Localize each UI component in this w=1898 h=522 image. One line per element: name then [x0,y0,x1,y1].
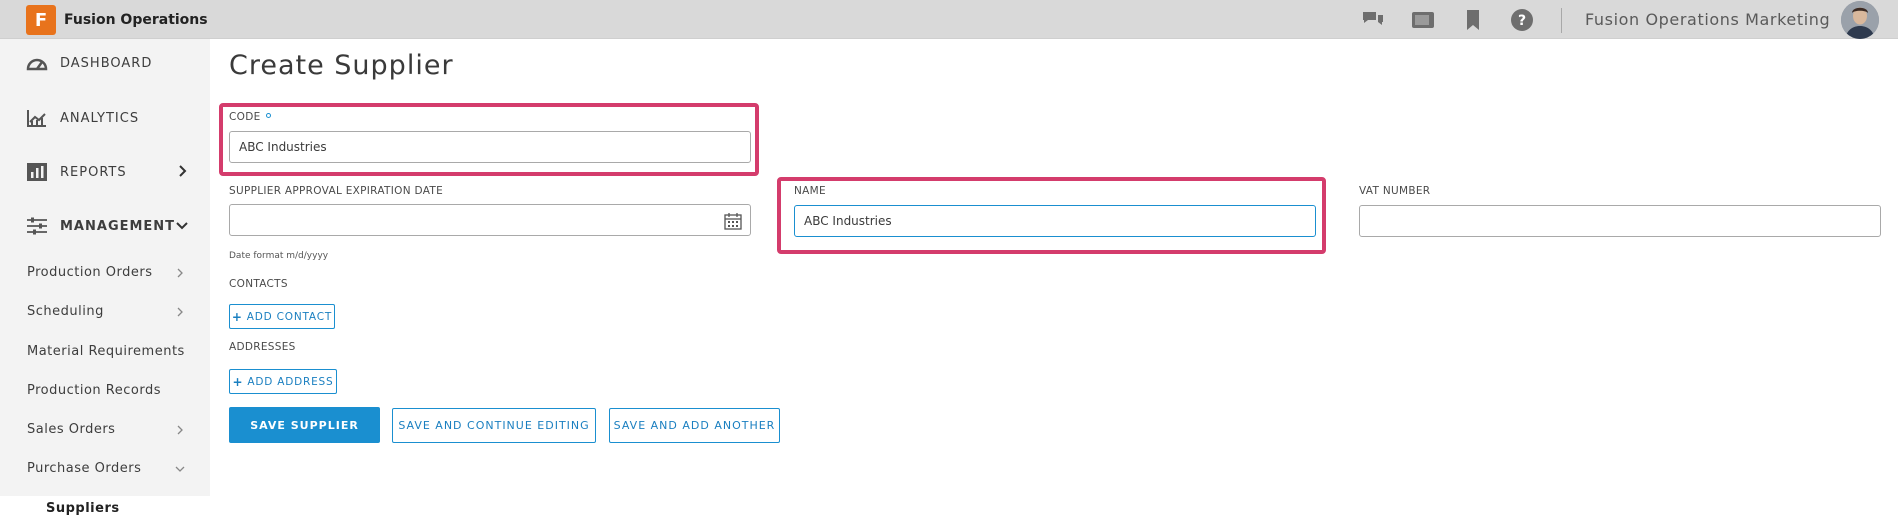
save-and-add-another-button[interactable]: SAVE AND ADD ANOTHER [609,408,780,443]
sidebar-item-label: Material Requirements [27,344,185,359]
page-title: Create Supplier [229,50,454,81]
plus-icon: + [231,309,243,324]
save-supplier-button[interactable]: SAVE SUPPLIER [229,407,380,443]
date-format-hint: Date format m/d/yyyy [229,251,329,261]
chevron-right-icon [177,307,183,317]
app-name: Fusion Operations [64,12,208,28]
divider [1561,8,1562,33]
chevron-right-icon [179,165,187,177]
add-contact-button[interactable]: + ADD CONTACT [229,304,335,329]
add-address-label: ADD ADDRESS [247,375,334,388]
brand[interactable]: F Fusion Operations [26,5,208,35]
sidebar-item-label: Scheduling [27,304,104,319]
add-contact-label: ADD CONTACT [246,310,333,323]
approval-date-label: SUPPLIER APPROVAL EXPIRATION DATE [229,185,444,197]
sidebar-item-label: Sales Orders [27,422,116,437]
sidebar-item-suppliers[interactable]: Suppliers [0,496,210,522]
bookmark-icon[interactable] [1461,8,1485,32]
analytics-icon [27,110,46,127]
help-icon[interactable]: ? [1510,8,1534,32]
chat-icon[interactable] [1361,8,1385,32]
reports-icon [27,163,47,181]
save-and-continue-button[interactable]: SAVE AND CONTINUE EDITING [392,408,596,443]
svg-text:?: ? [1518,13,1526,29]
sidebar-item-label: REPORTS [60,164,127,180]
calendar-icon[interactable] [724,212,742,230]
contacts-label: CONTACTS [229,278,288,290]
sidebar-item-label: Purchase Orders [27,461,142,476]
sidebar-item-label: MANAGEMENT [60,218,176,234]
sidebar-item-dashboard[interactable]: DASHBOARD [0,43,210,83]
sidebar-item-label: Production Records [27,383,161,398]
sidebar: DASHBOARD ANALYTICS REPORTS MANAGEMENT P… [0,39,210,522]
chevron-right-icon [177,268,183,278]
chevron-down-icon [175,466,185,472]
code-label: CODE [229,111,271,123]
sidebar-item-label: Production Orders [27,265,153,280]
sidebar-item-label: ANALYTICS [60,110,140,126]
tenant-name[interactable]: Fusion Operations Marketing [1585,10,1830,29]
sidebar-item-reports[interactable]: REPORTS [0,152,210,192]
sidebar-item-purchase-orders[interactable]: Purchase Orders [0,454,210,484]
sidebar-item-scheduling[interactable]: Scheduling [0,297,210,327]
name-label: NAME [794,185,826,197]
sidebar-item-production-orders[interactable]: Production Orders [0,258,210,288]
required-indicator-icon [265,113,271,118]
code-input[interactable]: ABC Industries [229,131,751,163]
top-bar: F Fusion Operations ? Fusion Operations … [0,0,1898,39]
addresses-label: ADDRESSES [229,341,296,353]
sidebar-item-material-requirements[interactable]: Material Requirements [0,337,210,367]
sidebar-item-label: DASHBOARD [60,55,153,71]
app-logo: F [26,5,56,35]
add-address-button[interactable]: + ADD ADDRESS [229,369,337,394]
vat-number-label: VAT NUMBER [1359,185,1431,197]
vat-number-input[interactable] [1359,205,1881,237]
plus-icon: + [232,374,244,389]
sliders-icon [27,217,47,235]
approval-date-input[interactable] [229,204,751,236]
avatar[interactable] [1841,1,1879,39]
sidebar-item-management[interactable]: MANAGEMENT [0,206,210,246]
name-input[interactable]: ABC Industries [794,205,1316,237]
chevron-right-icon [177,425,183,435]
sidebar-item-label: Suppliers [46,501,120,516]
sidebar-item-sales-orders[interactable]: Sales Orders [0,415,210,445]
sidebar-item-production-records[interactable]: Production Records [0,376,210,406]
sidebar-item-analytics[interactable]: ANALYTICS [0,98,210,138]
chevron-down-icon [176,222,188,230]
tablet-icon[interactable] [1411,8,1435,32]
gauge-icon [26,58,48,71]
